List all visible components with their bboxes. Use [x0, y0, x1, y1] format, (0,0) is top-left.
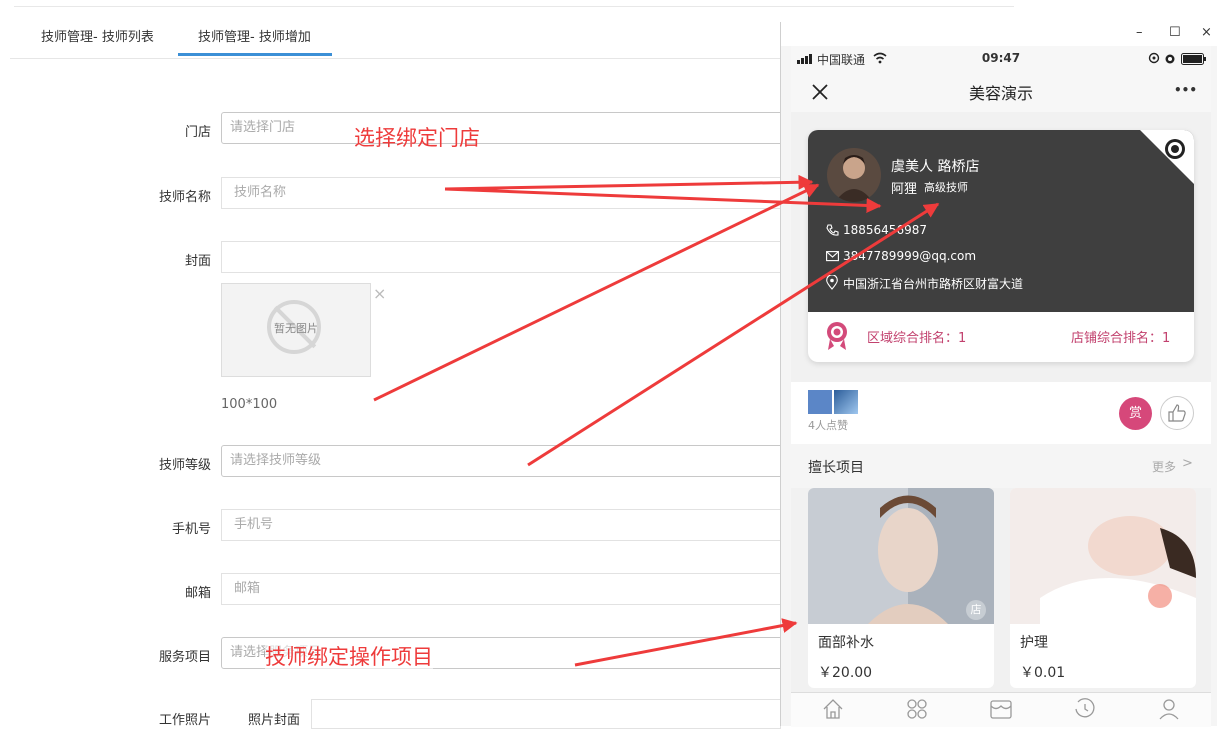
like-button[interactable]	[1160, 396, 1194, 430]
maximize-icon[interactable]: ☐	[1169, 25, 1181, 40]
store-select[interactable]: 请选择门店	[221, 112, 821, 144]
project-card[interactable]: 店 护理 ￥0.01	[1010, 488, 1196, 688]
photo-cover-input[interactable]	[311, 699, 781, 729]
no-image-text: 暂无图片	[274, 322, 318, 335]
mini-program-navbar: 美容演示 •••	[791, 72, 1211, 112]
project-card[interactable]: 店 面部补水 ￥20.00	[808, 488, 994, 688]
annotation-store: 选择绑定门店	[354, 126, 480, 150]
project-image	[1010, 488, 1196, 624]
level-label: 技师等级	[158, 458, 211, 473]
project-name: 护理	[1020, 635, 1048, 651]
rank-bar: 区域综合排名：1 店铺综合排名：1	[808, 312, 1194, 362]
close-window-icon[interactable]: ×	[1201, 25, 1212, 40]
technician-card: 虞美人 路桥店 阿狸 高级技师 18856456987 3847789999@q…	[808, 130, 1194, 362]
technician-level: 高级技师	[924, 181, 968, 194]
service-label: 服务项目	[158, 650, 211, 665]
grid-icon[interactable]	[905, 697, 929, 721]
phone-input[interactable]: 手机号	[221, 509, 821, 541]
battery-icon	[1181, 53, 1206, 65]
remove-image-icon[interactable]: ×	[373, 284, 386, 303]
store-tag: 店	[966, 600, 986, 620]
annotation-service: 技师绑定操作项目	[265, 641, 433, 671]
user-icon[interactable]	[1157, 697, 1181, 721]
lock-rotation-icon	[1148, 52, 1160, 64]
active-tab-indicator	[178, 53, 332, 56]
card-email: 3847789999@qq.com	[843, 249, 977, 263]
region-rank: 区域综合排名：1	[867, 331, 967, 346]
card-header: 虞美人 路桥店 阿狸 高级技师 18856456987 3847789999@q…	[808, 130, 1194, 312]
name-input[interactable]: 技师名称	[221, 177, 821, 209]
status-bar: 中国联通 09:47	[791, 46, 1211, 72]
cover-label: 封面	[184, 254, 211, 269]
phone-label: 手机号	[171, 522, 211, 537]
liker-avatar	[808, 390, 832, 414]
photo-cover-label: 照片封面	[248, 713, 301, 728]
store-tag: 店	[1170, 600, 1190, 620]
more-icon[interactable]: •••	[1174, 83, 1197, 97]
liker-avatar	[834, 390, 858, 414]
location-icon	[826, 275, 838, 290]
store-name: 虞美人 路桥店	[891, 159, 980, 175]
email-icon	[826, 251, 839, 262]
name-label: 技师名称	[158, 190, 211, 205]
tab-technician-add[interactable]: 技师管理- 技师增加	[198, 26, 311, 45]
level-select[interactable]: 请选择技师等级	[221, 445, 821, 477]
store-label: 门店	[184, 125, 211, 140]
section-title: 擅长项目	[808, 460, 864, 476]
page-content: 虞美人 路桥店 阿狸 高级技师 18856456987 3847789999@q…	[791, 112, 1211, 692]
more-link[interactable]: 更多	[1152, 458, 1176, 475]
card-address: 中国浙江省台州市路桥区财富大道	[843, 277, 1024, 291]
email-label: 邮箱	[184, 586, 211, 601]
avatar	[827, 148, 881, 202]
shop-icon[interactable]	[989, 697, 1013, 721]
history-icon[interactable]	[1073, 697, 1097, 721]
phone-icon	[826, 224, 839, 236]
likes-count: 4人点赞	[808, 419, 848, 432]
project-name: 面部补水	[818, 635, 874, 651]
email-input[interactable]: 邮箱	[221, 573, 821, 605]
chevron-right-icon: >	[1182, 456, 1193, 471]
work-photo-label: 工作照片	[158, 713, 211, 728]
technician-name: 阿狸	[891, 182, 918, 197]
arrow-cover	[373, 183, 820, 402]
window-titlebar: – ☐ ×	[781, 22, 1217, 46]
size-hint: 100*100	[221, 397, 278, 412]
bottom-tab-bar	[791, 692, 1211, 727]
likes-bar: 4人点赞 赏	[791, 382, 1211, 444]
cover-preview[interactable]: 暂无图片	[221, 283, 371, 377]
top-divider	[14, 6, 1014, 7]
project-image	[808, 488, 994, 624]
tab-bar: 技师管理- 技师列表 技师管理- 技师增加	[10, 14, 910, 59]
alarm-icon	[1165, 54, 1175, 64]
medal-icon	[827, 322, 847, 350]
reward-button[interactable]: 赏	[1119, 397, 1152, 430]
cover-input[interactable]	[221, 241, 821, 273]
page-title: 美容演示	[968, 84, 1033, 103]
tab-technician-list[interactable]: 技师管理- 技师列表	[41, 26, 154, 45]
section-header: 擅长项目 更多 >	[791, 444, 1211, 488]
store-rank: 店铺综合排名：1	[1071, 331, 1171, 346]
minimize-icon[interactable]: –	[1136, 25, 1143, 40]
project-price: ￥20.00	[818, 665, 873, 681]
phone-simulator: – ☐ × 中国联通 09:47 美容演示 ••• 虞美人 路桥店 阿狸 高级技…	[780, 22, 1217, 727]
project-price: ￥0.01	[1020, 665, 1066, 681]
card-phone: 18856456987	[843, 223, 927, 237]
home-icon[interactable]	[821, 697, 845, 721]
qrcode-icon[interactable]	[1164, 138, 1186, 160]
thumbs-up-icon	[1168, 404, 1186, 422]
